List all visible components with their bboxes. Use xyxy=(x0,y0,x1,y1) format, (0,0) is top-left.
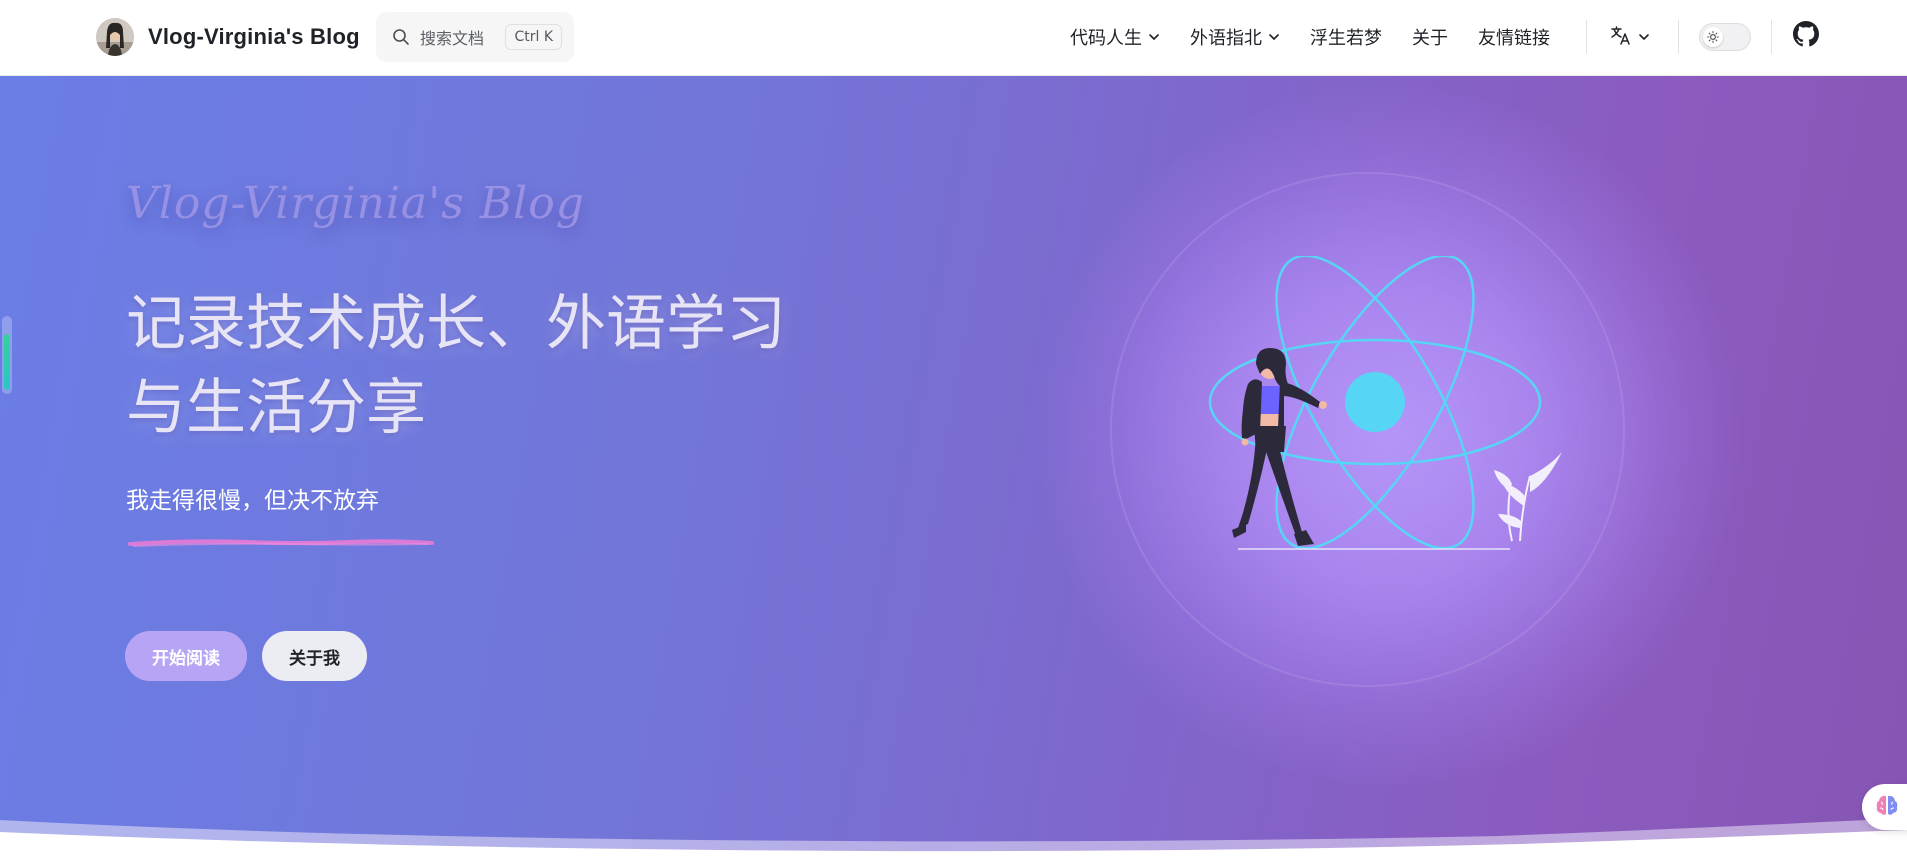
menu-item-code-life[interactable]: 代码人生 xyxy=(1070,24,1160,50)
reading-progress-indicator xyxy=(2,316,12,394)
chevron-down-icon xyxy=(1148,31,1160,43)
site-title: Vlog-Virginia's Blog xyxy=(148,24,360,49)
floating-assistant-button[interactable] xyxy=(1862,784,1907,830)
menu-item-language-guide[interactable]: 外语指北 xyxy=(1190,24,1280,50)
language-switcher[interactable] xyxy=(1610,23,1650,51)
menu-item-floating-life[interactable]: 浮生若梦 xyxy=(1310,24,1382,50)
nav-divider xyxy=(1586,20,1587,54)
menu-item-label: 浮生若梦 xyxy=(1310,28,1382,49)
theme-toggle[interactable] xyxy=(1699,23,1751,51)
search-placeholder: 搜索文档 xyxy=(420,29,485,48)
nav-divider xyxy=(1678,20,1679,54)
brain-icon xyxy=(1874,792,1900,822)
brush-underline xyxy=(128,539,434,547)
plant-icon xyxy=(1494,452,1562,542)
brand-link[interactable]: Vlog-Virginia's Blog xyxy=(96,17,360,57)
search-shortcut-badge: Ctrl K xyxy=(505,24,562,50)
menu-item-friend-links[interactable]: 友情链接 xyxy=(1478,24,1550,50)
about-me-button[interactable]: 关于我 xyxy=(262,631,367,681)
chevron-down-icon xyxy=(1268,31,1280,43)
start-reading-button[interactable]: 开始阅读 xyxy=(125,631,247,681)
translate-icon xyxy=(1610,24,1632,50)
progress-fill xyxy=(4,334,10,390)
avatar xyxy=(96,18,134,56)
main-menu: 代码人生 外语指北 浮生若梦 关于 友情链接 xyxy=(1070,17,1580,57)
hero-headline: 记录技术成长、外语学习 与生活分享 xyxy=(126,282,846,450)
hero-wave-divider xyxy=(0,818,1907,865)
search-box[interactable]: 搜索文档 Ctrl K xyxy=(376,12,574,62)
github-icon xyxy=(1793,21,1819,51)
hero-tagline: 我走得很慢，但决不放弃 xyxy=(126,488,379,514)
menu-item-label: 外语指北 xyxy=(1190,28,1262,49)
headline-line-2: 与生活分享 xyxy=(126,373,426,443)
menu-item-about[interactable]: 关于 xyxy=(1412,24,1448,50)
menu-item-label: 关于 xyxy=(1412,28,1448,49)
sun-icon xyxy=(1703,27,1723,47)
woman-walking-atom-illustration xyxy=(1208,256,1562,550)
search-icon xyxy=(392,28,410,46)
nav-divider xyxy=(1771,20,1772,54)
hero-script-title: Vlog-Virginia's Blog xyxy=(126,178,585,229)
chevron-down-icon xyxy=(1638,28,1650,47)
top-navbar: Vlog-Virginia's Blog 搜索文档 Ctrl K 代码人生 外语… xyxy=(0,0,1907,76)
menu-item-label: 友情链接 xyxy=(1478,28,1550,49)
github-link[interactable] xyxy=(1792,21,1820,51)
woman-figure xyxy=(1232,348,1327,546)
menu-item-label: 代码人生 xyxy=(1070,28,1142,49)
hero-section: Vlog-Virginia's Blog 记录技术成长、外语学习 与生活分享 我… xyxy=(0,76,1907,865)
headline-line-1: 记录技术成长、外语学习 xyxy=(126,289,786,359)
